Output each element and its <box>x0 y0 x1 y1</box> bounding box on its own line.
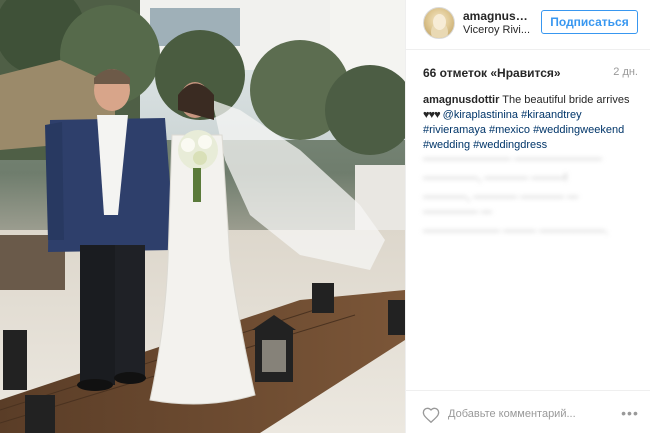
likes-count[interactable]: 66 отметок «Нравится» <box>423 66 561 80</box>
username-link[interactable]: amagnusdo... <box>463 9 533 23</box>
post-photo[interactable] <box>0 0 405 433</box>
comment-input[interactable] <box>448 403 608 425</box>
comment-footer: ••• <box>406 390 650 433</box>
hashtag-link[interactable]: #mexico <box>489 124 530 136</box>
blurred-comment: —————, ———— ———! <box>423 172 568 184</box>
caption-hearts: ♥♥♥ <box>423 109 441 121</box>
hashtag-link[interactable]: #wedding <box>423 139 470 151</box>
hashtag-link[interactable]: #weddingdress <box>473 139 547 151</box>
post-header: amagnusdo... Viceroy Rivi... Подписаться <box>406 0 650 50</box>
follow-button[interactable]: Подписаться <box>541 10 638 34</box>
hashtag-link[interactable]: #weddingweekend <box>533 124 624 136</box>
caption-username-link[interactable]: amagnusdottir <box>423 94 499 106</box>
location-link[interactable]: Viceroy Rivi... <box>463 24 533 36</box>
blurred-comments: ———————— ———————— —————, ———— ———! ————,… <box>423 152 636 243</box>
avatar[interactable] <box>423 7 455 39</box>
post-caption: amagnusdottir The beautiful bride arrive… <box>423 93 636 153</box>
wedding-photo-illustration <box>0 0 405 433</box>
blurred-comment: ——————— ——— ——————. <box>423 225 609 237</box>
post-sidebar: amagnusdo... Viceroy Rivi... Подписаться… <box>405 0 650 433</box>
likes-row: 66 отметок «Нравится» 2 дн. <box>423 64 638 82</box>
caption-text: The beautiful bride arrives <box>502 94 630 106</box>
hashtag-link[interactable]: #kiraandtrey <box>521 109 582 121</box>
hashtag-link[interactable]: #rivieramaya <box>423 124 486 136</box>
heart-icon[interactable] <box>422 407 440 423</box>
post-timestamp[interactable]: 2 дн. <box>613 66 638 78</box>
blurred-comment: ———————— ———————— <box>423 153 603 165</box>
blurred-comment: ————, ———— ———— — ————— — <box>423 191 579 218</box>
more-options-icon[interactable]: ••• <box>619 406 641 420</box>
mention-link[interactable]: @kiraplastinina <box>443 109 518 121</box>
